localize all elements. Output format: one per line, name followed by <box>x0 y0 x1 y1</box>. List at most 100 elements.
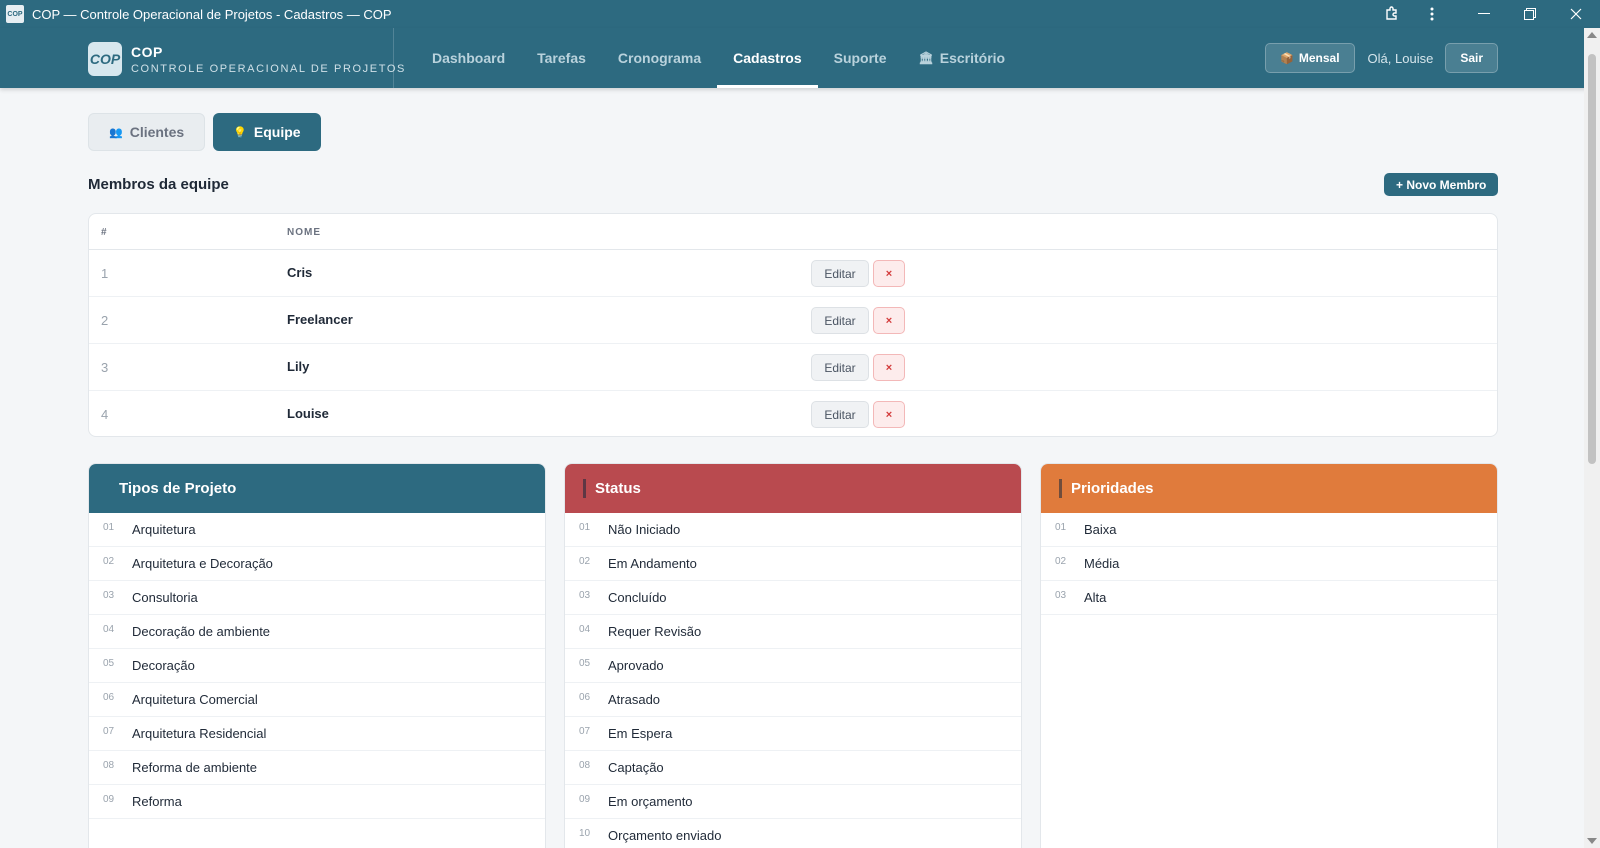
list-item[interactable]: 06 Arquitetura Comercial <box>89 683 545 717</box>
accent-bar <box>583 479 586 498</box>
item-label: Arquitetura e Decoração <box>132 556 273 571</box>
item-label: Decoração <box>132 658 195 673</box>
list-item[interactable]: 06 Atrasado <box>565 683 1021 717</box>
item-label: Reforma de ambiente <box>132 760 258 775</box>
row-number: 1 <box>101 266 109 281</box>
members-table: # NOME 1 Cris Editar × 2 Freelancer Editar × 3 Li… <box>88 213 1498 437</box>
card-title: Status <box>595 480 641 497</box>
item-label: Alta <box>1084 590 1107 605</box>
member-name: Freelancer <box>287 312 353 327</box>
item-index: 03 <box>1055 590 1067 601</box>
item-index: 04 <box>579 624 591 635</box>
item-label: Orçamento enviado <box>608 828 722 843</box>
brand-name: COP <box>131 43 163 60</box>
item-label: Arquitetura Residencial <box>132 726 267 741</box>
vertical-scrollbar[interactable] <box>1584 28 1600 848</box>
scrollbar-thumb[interactable] <box>1588 54 1596 464</box>
item-index: 08 <box>579 760 591 771</box>
scroll-up-icon[interactable] <box>1587 32 1597 38</box>
delete-button[interactable]: × <box>873 260 905 287</box>
table-row: 1 Cris Editar × <box>89 250 1497 297</box>
list-item[interactable]: 05 Decoração <box>89 649 545 683</box>
card-tipos-de-projeto: Tipos de Projeto 01 Arquitetura 02 Arquitet… <box>88 463 546 848</box>
edit-button[interactable]: Editar <box>811 307 869 334</box>
item-label: Atrasado <box>608 692 661 707</box>
minimize-icon[interactable] <box>1464 0 1504 28</box>
item-index: 07 <box>103 726 115 737</box>
list-item[interactable]: 03 Consultoria <box>89 581 545 615</box>
edit-button[interactable]: Editar <box>811 260 869 287</box>
item-index: 05 <box>579 658 591 669</box>
package-icon: 📦 <box>1280 52 1294 65</box>
list-item[interactable]: 04 Requer Revisão <box>565 615 1021 649</box>
item-index: 09 <box>103 794 115 805</box>
item-index: 08 <box>103 760 115 771</box>
list-item[interactable]: 05 Aprovado <box>565 649 1021 683</box>
delete-button[interactable]: × <box>873 307 905 334</box>
list-item[interactable]: 10 Orçamento enviado <box>565 819 1021 848</box>
nav-escritorio[interactable]: 🏛 Escritório <box>903 28 1022 88</box>
item-label: Em Espera <box>608 726 673 741</box>
item-label: Média <box>1084 556 1120 571</box>
list-item[interactable]: 04 Decoração de ambiente <box>89 615 545 649</box>
item-index: 09 <box>579 794 591 805</box>
table-header: # NOME <box>89 214 1497 250</box>
brand-logo: COP <box>88 42 122 76</box>
new-member-button[interactable]: + Novo Membro <box>1384 173 1499 196</box>
brand[interactable]: COP COP CONTROLE OPERACIONAL DE PROJETOS <box>88 42 406 76</box>
plan-button[interactable]: 📦 Mensal <box>1265 43 1355 73</box>
item-label: Não Iniciado <box>608 522 681 537</box>
list-item[interactable]: 07 Arquitetura Residencial <box>89 717 545 751</box>
item-label: Em orçamento <box>608 794 693 809</box>
tab-equipe[interactable]: 💡 Equipe <box>213 113 321 151</box>
card-header: Tipos de Projeto <box>89 464 545 513</box>
item-label: Em Andamento <box>608 556 697 571</box>
list-item[interactable]: 02 Média <box>1041 547 1497 581</box>
close-icon[interactable] <box>1556 0 1596 28</box>
plan-label: Mensal <box>1298 51 1340 65</box>
edit-button[interactable]: Editar <box>811 401 869 428</box>
delete-button[interactable]: × <box>873 354 905 381</box>
list-item[interactable]: 09 Em orçamento <box>565 785 1021 819</box>
table-row: 4 Louise Editar × <box>89 391 1497 436</box>
more-options-icon[interactable] <box>1412 0 1452 28</box>
card-title: Tipos de Projeto <box>119 480 237 497</box>
list-item[interactable]: 01 Baixa <box>1041 513 1497 547</box>
list-item[interactable]: 03 Concluído <box>565 581 1021 615</box>
item-index: 06 <box>579 692 591 703</box>
edit-button[interactable]: Editar <box>811 354 869 381</box>
list-item[interactable]: 08 Reforma de ambiente <box>89 751 545 785</box>
nav-cadastros[interactable]: Cadastros <box>717 28 819 88</box>
list-item[interactable]: 02 Em Andamento <box>565 547 1021 581</box>
column-header-number: # <box>101 227 108 238</box>
tab-clientes[interactable]: 👥 Clientes <box>88 113 206 151</box>
list-item[interactable]: 03 Alta <box>1041 581 1497 615</box>
bank-icon: 🏛 <box>918 51 934 65</box>
nav-suporte[interactable]: Suporte <box>818 28 903 88</box>
item-label: Concluído <box>608 590 667 605</box>
list-item[interactable]: 02 Arquitetura e Decoração <box>89 547 545 581</box>
item-label: Reforma <box>132 794 182 809</box>
logout-button[interactable]: Sair <box>1445 43 1498 73</box>
table-row: 2 Freelancer Editar × <box>89 297 1497 344</box>
brand-subtitle: CONTROLE OPERACIONAL DE PROJETOS <box>131 62 406 75</box>
nav-tarefas[interactable]: Tarefas <box>521 28 602 88</box>
list-item[interactable]: 09 Reforma <box>89 785 545 819</box>
people-icon: 👥 <box>109 126 123 139</box>
restore-icon[interactable] <box>1510 0 1550 28</box>
list-item[interactable]: 08 Captação <box>565 751 1021 785</box>
app-icon: COP <box>6 5 24 23</box>
list-item[interactable]: 01 Não Iniciado <box>565 513 1021 547</box>
nav-cronograma[interactable]: Cronograma <box>602 28 717 88</box>
list-item[interactable]: 01 Arquitetura <box>89 513 545 547</box>
brand-divider <box>393 28 394 88</box>
row-number: 3 <box>101 360 109 375</box>
list-item[interactable]: 07 Em Espera <box>565 717 1021 751</box>
scroll-down-icon[interactable] <box>1587 838 1597 844</box>
card-header: Prioridades <box>1041 464 1497 513</box>
item-label: Decoração de ambiente <box>132 624 271 639</box>
nav-escritorio-label: Escritório <box>939 50 1006 66</box>
extensions-icon[interactable] <box>1372 0 1412 28</box>
delete-button[interactable]: × <box>873 401 905 428</box>
nav-dashboard[interactable]: Dashboard <box>416 28 521 88</box>
